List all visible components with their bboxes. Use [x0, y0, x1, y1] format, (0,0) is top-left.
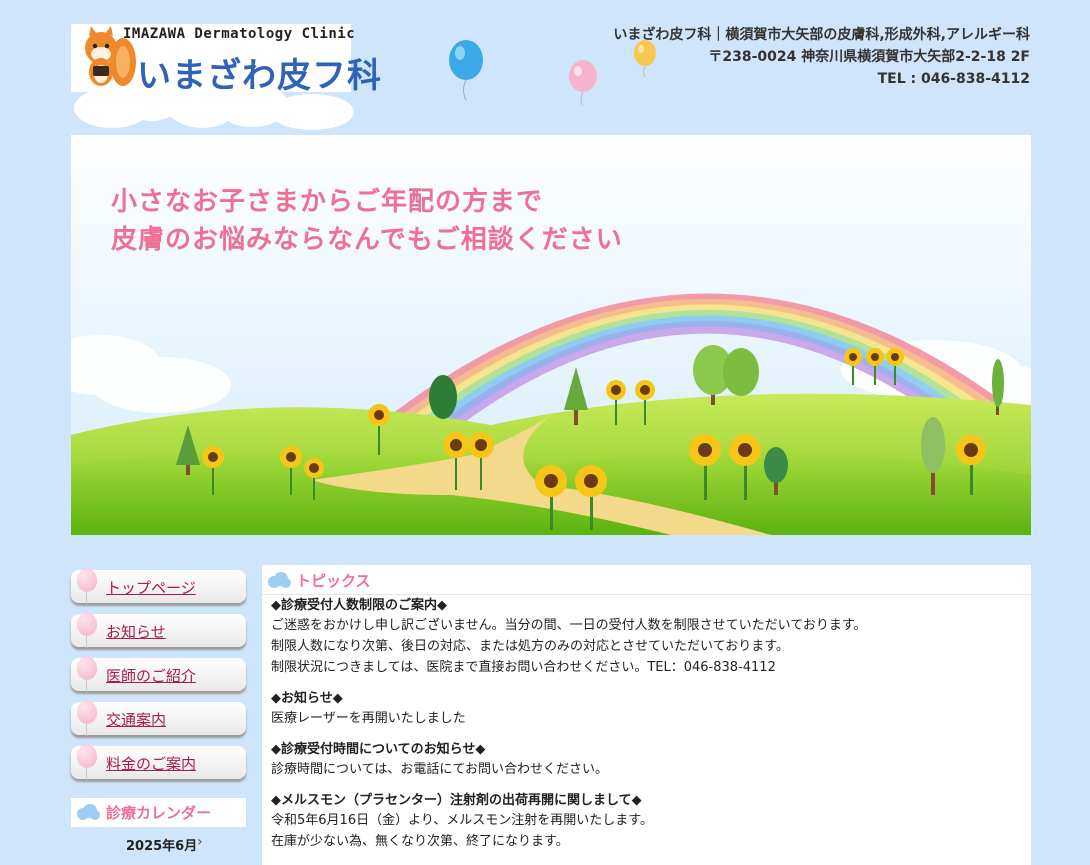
logo-japanese-text: いまざわ皮フ科: [137, 56, 382, 96]
cloud-icon: [268, 572, 291, 588]
hero-line-2: 皮膚のお悩みならなんでもご相談ください: [111, 225, 623, 255]
topic-line: 制限人数になり次第、後日の対応、または処方のみの対応とさせていただいております。: [271, 639, 789, 654]
topic-title: ◆お知らせ◆: [271, 691, 343, 706]
topic-item: ◆お知らせ◆ 医療レーザーを再開いたしました: [271, 689, 1026, 729]
topic-item: ◆メルスモン（プラセンター）注射剤の出荷再開に関しまして◆ 令和5年6月16日（…: [271, 791, 1026, 852]
balloon-icon: [77, 700, 97, 724]
topics-title: トピックス: [296, 572, 371, 590]
hero-line-1: 小さなお子さまからご年配の方まで: [111, 187, 544, 217]
topic-line: ご迷惑をおかけし申し訳ございません。当分の間、一日の受付人数を制限させていただい…: [271, 618, 867, 633]
balloon-icon: [77, 612, 97, 636]
topic-line: 令和5年6月16日（金）より、メルスモン注射を再開いたします。: [271, 813, 654, 828]
blue-balloon-icon: [449, 40, 483, 101]
topic-line: 制限状況につきましては、医院まで直接お問い合わせください。TEL：046-838…: [271, 660, 776, 675]
topics-list: ◆診療受付人数制限のご案内◆ ご迷惑をおかけし申し訳ございません。当分の間、一日…: [271, 596, 1026, 863]
sidebar-item-doctor[interactable]: 医師のご紹介: [71, 656, 246, 692]
balloon-icon: [77, 656, 97, 680]
balloon-icon: [77, 744, 97, 768]
sidebar-link-doctor[interactable]: 医師のご紹介: [106, 665, 196, 686]
topics-header: トピックス: [262, 565, 1031, 595]
topic-item: ◆診療受付人数制限のご案内◆ ご迷惑をおかけし申し訳ございません。当分の間、一日…: [271, 596, 1026, 678]
logo[interactable]: IMAZAWA Dermatology Clinic いまざわ皮フ科: [71, 24, 381, 96]
clinic-phone: TEL : 046-838-4112: [877, 71, 1030, 87]
clinic-info: いまざわ皮フ科｜横須賀市大矢部の皮膚科,形成外科,アレルギー科 〒238-002…: [613, 24, 1030, 90]
sidebar-item-access[interactable]: 交通案内: [71, 700, 246, 736]
clinic-tagline: いまざわ皮フ科｜横須賀市大矢部の皮膚科,形成外科,アレルギー科: [613, 27, 1030, 43]
topics-panel: トピックス ◆診療受付人数制限のご案内◆ ご迷惑をおかけし申し訳ございません。当…: [262, 565, 1031, 865]
topic-item: ◆診療受付時間についてのお知らせ◆ 診療時間については、お電話にてお問い合わせく…: [271, 740, 1026, 780]
calendar-title: 診療カレンダー: [106, 804, 212, 822]
sidebar-item-news[interactable]: お知らせ: [71, 612, 246, 648]
sidebar-item-fees[interactable]: 料金のご案内: [71, 744, 246, 780]
topic-line: 医療レーザーを再開いたしました: [271, 711, 466, 726]
sidebar-link-top[interactable]: トップページ: [106, 577, 196, 598]
topic-title: ◆診療受付時間についてのお知らせ◆: [271, 742, 486, 757]
calendar-header: 診療カレンダー: [71, 798, 246, 827]
topic-line: 診療時間については、お電話にてお問い合わせください。: [271, 762, 608, 777]
sidebar-item-top[interactable]: トップページ: [71, 568, 246, 604]
topic-line: 在庫が少ない為、無くなり次第、終了になります。: [271, 834, 569, 849]
site-header: IMAZAWA Dermatology Clinic いまざわ皮フ科 いまざわ皮…: [0, 0, 1090, 135]
clinic-address: 〒238-0024 神奈川県横須賀市大矢部2-2-18 2F: [708, 49, 1030, 65]
sidebar-link-access[interactable]: 交通案内: [106, 709, 166, 730]
topic-title: ◆診療受付人数制限のご案内◆: [271, 598, 447, 613]
pink-balloon-icon: [569, 60, 597, 107]
sidebar-link-fees[interactable]: 料金のご案内: [106, 753, 196, 774]
logo-english-text: IMAZAWA Dermatology Clinic: [123, 26, 356, 42]
sidebar-nav: トップページ お知らせ 医師のご紹介 交通案内 料金のご案内: [71, 568, 246, 790]
cloud-icon: [77, 804, 100, 820]
hero-tagline: 小さなお子さまからご年配の方まで 皮膚のお悩みならなんでもご相談ください: [111, 183, 623, 259]
calendar-next-button[interactable]: ›: [197, 834, 203, 850]
sidebar-link-news[interactable]: お知らせ: [106, 621, 166, 642]
calendar-month: 2025年6月: [126, 839, 198, 854]
balloon-icon: [77, 568, 97, 592]
hero-banner: 小さなお子さまからご年配の方まで 皮膚のお悩みならなんでもご相談ください: [71, 135, 1031, 535]
topic-title: ◆メルスモン（プラセンター）注射剤の出荷再開に関しまして◆: [271, 793, 642, 808]
